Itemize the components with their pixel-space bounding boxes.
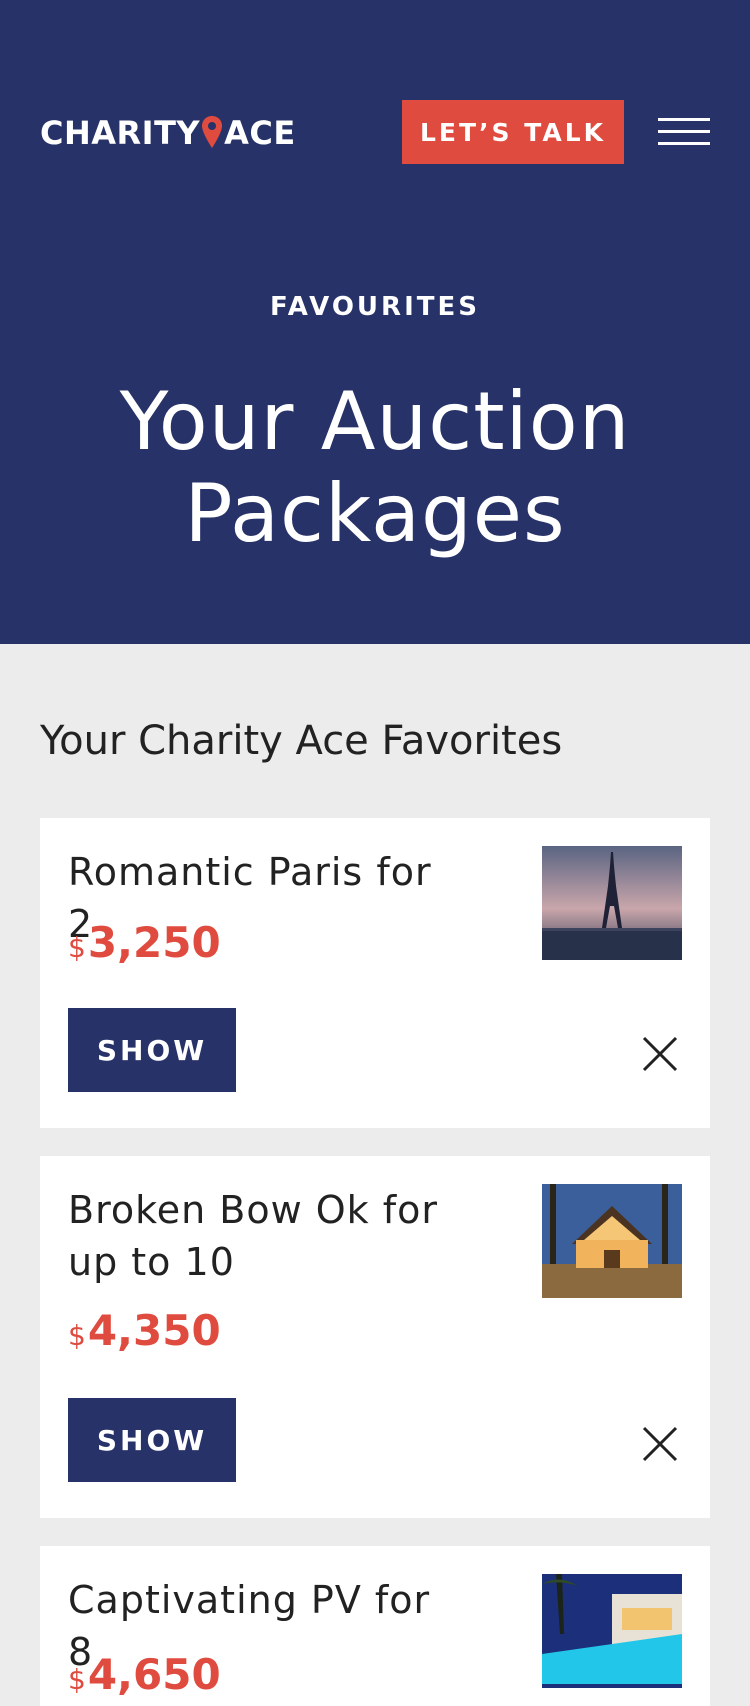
price-value: 4,350 bbox=[87, 1306, 221, 1355]
favorites-section-title: Your Charity Ace Favorites bbox=[40, 718, 563, 764]
close-icon[interactable] bbox=[642, 1426, 678, 1462]
currency-symbol: $ bbox=[68, 1319, 86, 1352]
close-icon[interactable] bbox=[642, 1036, 678, 1072]
package-price: $3,250 bbox=[68, 918, 221, 967]
show-button[interactable]: SHOW bbox=[68, 1398, 236, 1482]
charity-ace-logo[interactable]: CHARITY ACE bbox=[40, 114, 296, 152]
price-value: 3,250 bbox=[87, 918, 221, 967]
currency-symbol: $ bbox=[68, 1663, 86, 1696]
pool-villa-thumbnail[interactable] bbox=[542, 1574, 682, 1688]
package-price: $4,350 bbox=[68, 1306, 221, 1355]
favorite-card: Captivating PV for 8 $4,650 bbox=[40, 1546, 710, 1706]
price-value: 4,650 bbox=[87, 1650, 221, 1699]
lets-talk-button[interactable]: LET’S TALK bbox=[402, 100, 624, 164]
map-pin-icon bbox=[201, 115, 223, 151]
package-title[interactable]: Broken Bow Ok for up to 10 bbox=[68, 1184, 468, 1288]
hamburger-menu-icon[interactable] bbox=[658, 116, 710, 148]
favorite-card: Broken Bow Ok for up to 10 $4,350 SHOW bbox=[40, 1156, 710, 1518]
hero-header: CHARITY ACE LET’S TALK FAVOURITES Your A… bbox=[0, 0, 750, 644]
hero-eyebrow: FAVOURITES bbox=[270, 292, 480, 322]
show-button[interactable]: SHOW bbox=[68, 1008, 236, 1092]
logo-text-left: CHARITY bbox=[40, 114, 201, 152]
favorite-card: Romantic Paris for 2 $3,250 SHOW bbox=[40, 818, 710, 1128]
eiffel-tower-thumbnail[interactable] bbox=[542, 846, 682, 960]
log-cabin-thumbnail[interactable] bbox=[542, 1184, 682, 1298]
page-title: Your Auction Packages bbox=[119, 375, 631, 560]
currency-symbol: $ bbox=[68, 931, 86, 964]
logo-text-right: ACE bbox=[224, 114, 296, 152]
package-price: $4,650 bbox=[68, 1650, 221, 1699]
